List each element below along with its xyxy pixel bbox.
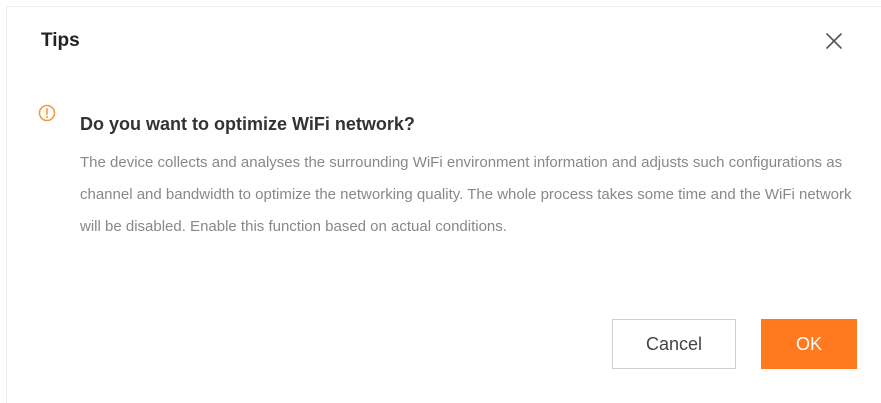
exclamation-circle-icon	[38, 104, 56, 122]
dialog-title: Tips	[41, 30, 80, 51]
ok-button[interactable]: OK	[761, 319, 857, 369]
message-body: The device collects and analyses the sur…	[80, 154, 852, 235]
cancel-button[interactable]: Cancel	[612, 319, 736, 369]
message-heading: Do you want to optimize WiFi network?	[80, 114, 415, 134]
close-icon	[826, 33, 842, 49]
close-button[interactable]	[822, 29, 846, 53]
tips-dialog: Tips Do you want to optimize WiFi networ…	[6, 6, 881, 403]
